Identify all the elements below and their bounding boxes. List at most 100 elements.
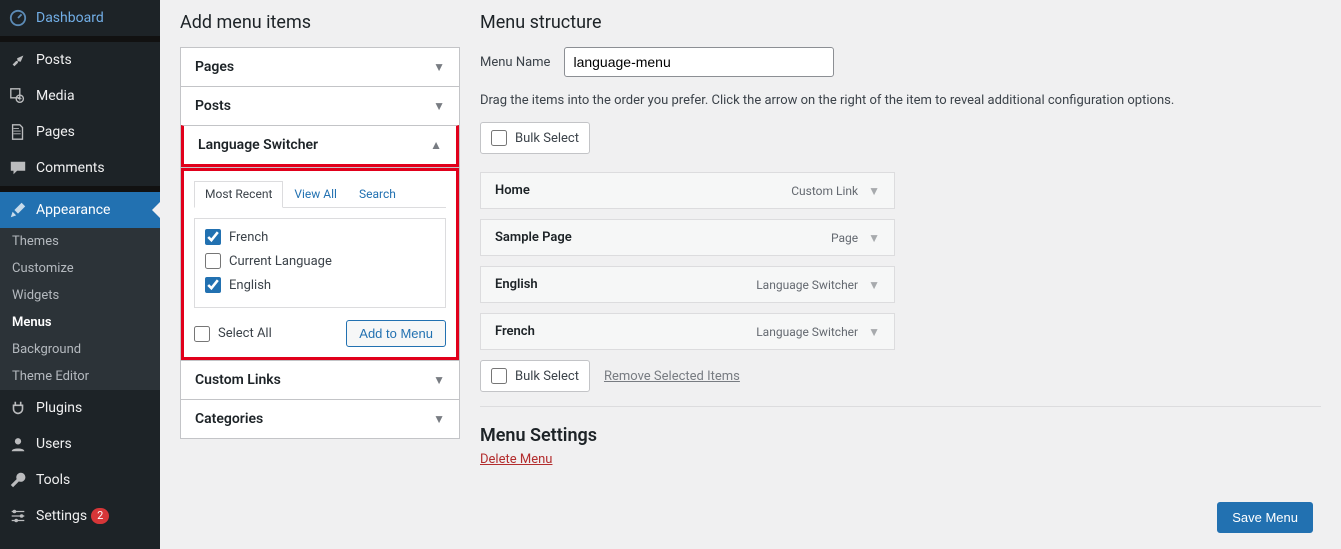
menu-structure-heading: Menu structure: [480, 12, 1321, 33]
chevron-down-icon[interactable]: ▼: [868, 231, 880, 245]
pin-icon: [8, 50, 28, 70]
sidebar-item-tools[interactable]: Tools: [0, 462, 160, 498]
sidebar-item-dashboard[interactable]: Dashboard: [0, 0, 160, 36]
submenu-widgets[interactable]: Widgets: [0, 282, 160, 309]
brush-icon: [8, 200, 28, 220]
admin-sidebar: Dashboard Posts Media Pages Comments App…: [0, 0, 160, 549]
checkbox-english[interactable]: [205, 277, 221, 293]
menu-item-home[interactable]: Home Custom Link ▼: [480, 172, 895, 209]
settings-badge: 2: [91, 508, 109, 524]
sidebar-label: Pages: [36, 124, 75, 140]
option-label: French: [229, 230, 268, 245]
sidebar-label: Tools: [36, 472, 70, 488]
option-label: English: [229, 278, 271, 293]
sidebar-label: Comments: [36, 160, 105, 176]
sidebar-item-media[interactable]: Media: [0, 78, 160, 114]
menu-item-sample-page[interactable]: Sample Page Page ▼: [480, 219, 895, 256]
wrench-icon: [8, 470, 28, 490]
select-all-label: Select All: [218, 326, 272, 341]
menu-item-french[interactable]: French Language Switcher ▼: [480, 313, 895, 350]
menu-settings-heading: Menu Settings: [480, 425, 1321, 446]
panel-label: Custom Links: [195, 372, 281, 388]
panel-custom-links[interactable]: Custom Links ▼: [181, 360, 459, 399]
add-to-menu-button[interactable]: Add to Menu: [346, 320, 446, 347]
plug-icon: [8, 398, 28, 418]
panel-label: Posts: [195, 98, 231, 114]
tab-most-recent[interactable]: Most Recent: [194, 181, 283, 208]
panel-label: Categories: [195, 411, 263, 427]
chevron-down-icon: ▼: [433, 99, 445, 113]
language-options: French Current Language English: [194, 218, 446, 308]
submenu-themes[interactable]: Themes: [0, 228, 160, 255]
sidebar-label: Dashboard: [36, 10, 104, 26]
sidebar-label: Media: [36, 88, 75, 104]
menu-item-title: French: [495, 324, 535, 339]
chevron-down-icon[interactable]: ▼: [868, 325, 880, 339]
add-menu-heading: Add menu items: [180, 12, 460, 33]
panel-posts[interactable]: Posts ▼: [181, 86, 459, 125]
chevron-up-icon: ▲: [430, 138, 442, 152]
menu-item-type: Page: [831, 231, 858, 245]
bulk-select-label: Bulk Select: [515, 369, 579, 384]
menu-item-title: Sample Page: [495, 230, 572, 245]
submenu-customize[interactable]: Customize: [0, 255, 160, 282]
sidebar-item-posts[interactable]: Posts: [0, 42, 160, 78]
save-menu-button[interactable]: Save Menu: [1217, 502, 1313, 533]
panel-pages[interactable]: Pages ▼: [181, 48, 459, 86]
option-label: Current Language: [229, 254, 332, 269]
appearance-submenu: Themes Customize Widgets Menus Backgroun…: [0, 228, 160, 390]
checkbox-current-language[interactable]: [205, 253, 221, 269]
chevron-down-icon[interactable]: ▼: [868, 278, 880, 292]
sidebar-label: Plugins: [36, 400, 82, 416]
chevron-down-icon: ▼: [433, 60, 445, 74]
submenu-theme-editor[interactable]: Theme Editor: [0, 363, 160, 390]
media-icon: [8, 86, 28, 106]
panel-categories[interactable]: Categories ▼: [181, 399, 459, 438]
sidebar-label: Users: [36, 436, 72, 452]
sidebar-label: Settings: [36, 508, 87, 524]
sidebar-label: Posts: [36, 52, 72, 68]
tab-group: Most Recent View All Search: [194, 181, 446, 208]
sidebar-item-pages[interactable]: Pages: [0, 114, 160, 150]
menu-items-list: Home Custom Link ▼ Sample Page Page ▼ Engl…: [480, 172, 895, 350]
sidebar-item-users[interactable]: Users: [0, 426, 160, 462]
bulk-select-top-checkbox[interactable]: [491, 130, 507, 146]
menu-name-input[interactable]: [564, 47, 834, 77]
sidebar-label: Appearance: [36, 202, 110, 218]
menu-item-title: English: [495, 277, 538, 292]
add-menu-accordion: Pages ▼ Posts ▼ Language Switcher ▲ Most…: [180, 47, 460, 439]
menu-item-title: Home: [495, 183, 530, 198]
drag-hint-text: Drag the items into the order you prefer…: [480, 93, 1321, 108]
user-icon: [8, 434, 28, 454]
panel-language-switcher[interactable]: Language Switcher ▲: [181, 125, 459, 167]
chevron-down-icon[interactable]: ▼: [868, 184, 880, 198]
menu-name-label: Menu Name: [480, 55, 550, 70]
tab-view-all[interactable]: View All: [283, 181, 348, 208]
checkbox-select-all[interactable]: [194, 326, 210, 342]
tab-search[interactable]: Search: [348, 181, 407, 208]
remove-selected-link[interactable]: Remove Selected Items: [604, 369, 740, 384]
comment-icon: [8, 158, 28, 178]
sidebar-item-comments[interactable]: Comments: [0, 150, 160, 186]
sliders-icon: [8, 506, 28, 526]
sidebar-item-plugins[interactable]: Plugins: [0, 390, 160, 426]
submenu-menus[interactable]: Menus: [0, 309, 160, 336]
menu-item-english[interactable]: English Language Switcher▼: [480, 266, 895, 303]
panel-label: Pages: [195, 59, 234, 75]
dashboard-icon: [8, 8, 28, 28]
delete-menu-link[interactable]: Delete Menu: [480, 452, 552, 467]
chevron-down-icon: ▼: [433, 373, 445, 387]
page-icon: [8, 122, 28, 142]
sidebar-item-settings[interactable]: Settings 2: [0, 498, 160, 534]
content-area: Add menu items Pages ▼ Posts ▼ Language …: [160, 0, 1341, 549]
language-switcher-body: Most Recent View All Search French: [181, 168, 459, 360]
bulk-select-label: Bulk Select: [515, 131, 579, 146]
menu-item-type: Language Switcher: [756, 325, 858, 339]
panel-label: Language Switcher: [198, 137, 318, 153]
checkbox-french[interactable]: [205, 229, 221, 245]
sidebar-item-appearance[interactable]: Appearance: [0, 192, 160, 228]
bulk-select-bottom-checkbox[interactable]: [491, 368, 507, 384]
menu-item-type: Custom Link: [791, 184, 858, 198]
chevron-down-icon: ▼: [433, 412, 445, 426]
submenu-background[interactable]: Background: [0, 336, 160, 363]
